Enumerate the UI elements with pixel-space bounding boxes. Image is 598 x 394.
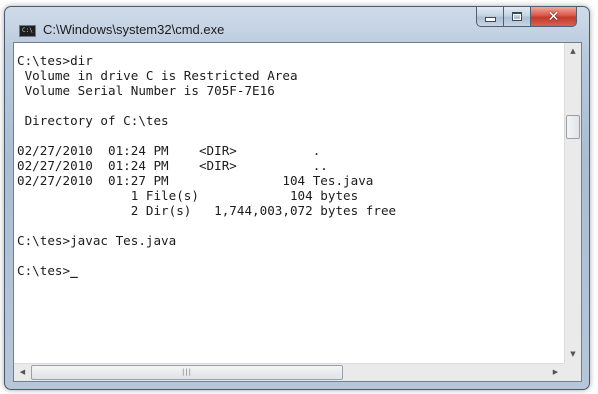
title-bar[interactable]: C:\ C:\Windows\system32\cmd.exe ✕ (5, 6, 589, 41)
minimize-button[interactable] (476, 6, 504, 27)
vertical-scrollbar[interactable]: ▲ ▼ (564, 43, 581, 363)
cmd-window: C:\ C:\Windows\system32\cmd.exe ✕ C:\tes… (4, 6, 590, 390)
scrollbar-corner (564, 363, 581, 381)
console-line: 2 Dir(s) 1,744,003,072 bytes free (17, 203, 397, 218)
maximize-button[interactable] (504, 6, 531, 27)
arrow-left-icon[interactable]: ◀ (14, 364, 31, 381)
arrow-up-icon[interactable]: ▲ (565, 43, 581, 60)
caption-buttons: ✕ (476, 6, 577, 28)
grip-icon: ||| (181, 368, 193, 376)
close-icon: ✕ (547, 8, 560, 25)
horizontal-scrollbar[interactable]: ◀ ||| ▶ (14, 363, 564, 381)
window-title: C:\Windows\system32\cmd.exe (43, 22, 225, 37)
arrow-down-icon[interactable]: ▼ (565, 346, 581, 363)
cmd-icon[interactable]: C:\ (19, 25, 36, 37)
horizontal-scroll-thumb[interactable]: ||| (31, 365, 343, 380)
minimize-icon (484, 17, 496, 22)
console-line: Volume Serial Number is 705F-7E16 (17, 83, 275, 98)
console-line: 02/27/2010 01:27 PM 104 Tes.java (17, 173, 374, 188)
console-line: Volume in drive C is Restricted Area (17, 68, 298, 83)
console-line: 02/27/2010 01:24 PM <DIR> .. (17, 158, 328, 173)
console-line: C:\tes>dir (17, 53, 93, 68)
maximize-icon (512, 12, 522, 21)
text-cursor: _ (70, 263, 78, 278)
console-line: 1 File(s) 104 bytes (17, 188, 359, 203)
console-line: Directory of C:\tes (17, 113, 169, 128)
console-area[interactable]: C:\tes>dir Volume in drive C is Restrict… (13, 42, 582, 382)
vertical-scroll-thumb[interactable] (566, 115, 580, 139)
close-button[interactable]: ✕ (531, 6, 577, 27)
console-line: 02/27/2010 01:24 PM <DIR> . (17, 143, 321, 158)
console-line: C:\tes>javac Tes.java (17, 233, 177, 248)
prompt-text: C:\tes> (17, 263, 71, 278)
prompt-line: C:\tes>_ (17, 263, 78, 278)
arrow-right-icon[interactable]: ▶ (547, 364, 564, 381)
console-output[interactable]: C:\tes>dir Volume in drive C is Restrict… (14, 43, 564, 363)
